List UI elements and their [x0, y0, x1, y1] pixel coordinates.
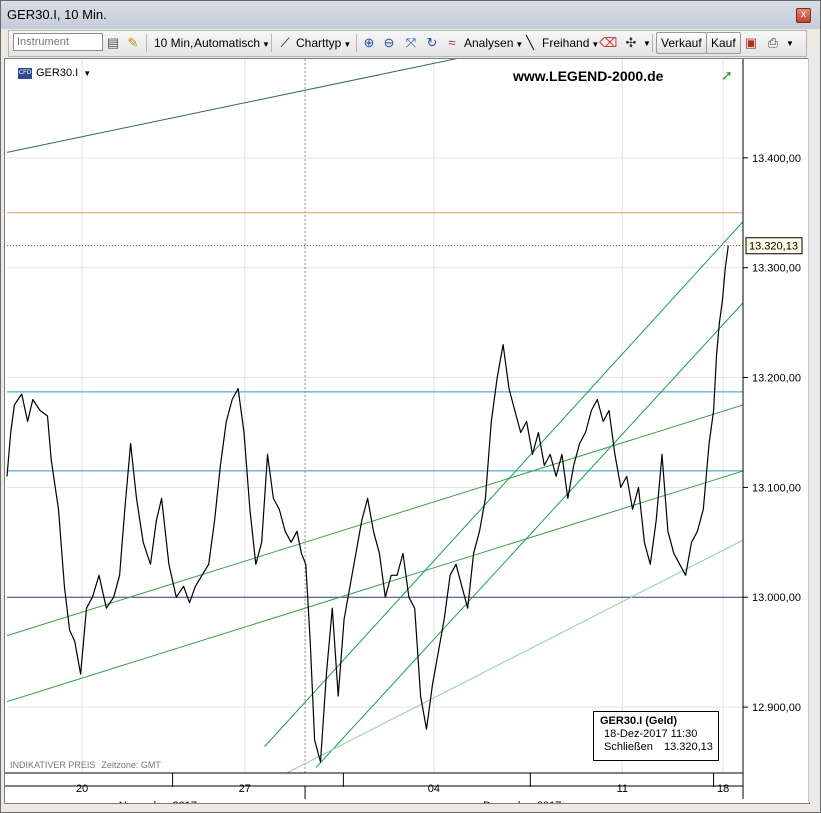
compare-icon[interactable]: ✎ [125, 34, 141, 52]
price-series-line [6, 245, 729, 763]
refresh-icon[interactable]: ↻ [424, 34, 440, 52]
y-tick-label: 12.900,00 [752, 702, 801, 714]
trend-line [7, 470, 743, 703]
instrument-selector[interactable]: CFD GER30.I ▼ [18, 67, 91, 79]
info-close-row: Schließen 13.320,13 [600, 741, 718, 754]
info-title: GER30.I (Geld) [600, 715, 678, 727]
chart-type-select[interactable]: Charttyp ▼ [296, 34, 351, 52]
eraser-icon[interactable]: ⌫ [599, 34, 617, 52]
instrument-name: GER30.I [36, 67, 79, 79]
title-bar: GER30.I, 10 Min. x [1, 1, 820, 29]
freehand-icon[interactable]: ╲ [522, 34, 538, 52]
window-title: GER30.I, 10 Min. [7, 7, 107, 22]
info-datetime: 18-Dez-2017 11:30 [604, 728, 698, 740]
chart-type-icon[interactable]: ⟋ [277, 34, 293, 52]
month-label: Dezember 2017 [483, 800, 561, 803]
chevron-down-icon[interactable]: ▼ [786, 39, 794, 48]
chart-toolbar: ▤ ✎ 10 Min, Automatisch▼ ⟋ Charttyp▼ ⊕ ⊖… [8, 30, 807, 57]
y-tick-label: 13.100,00 [752, 482, 801, 494]
interval-select[interactable]: 10 Min, [154, 34, 193, 52]
crosshair-icon[interactable]: ✣ [623, 34, 639, 52]
axes: 12.900,00 13.000,00 13.100,00 13.200,00 13.3… [5, 59, 801, 803]
horizontal-level-lines [7, 212, 743, 598]
trend-lines [7, 59, 743, 773]
indicative-price-note: INDIKATIVER PREIS [10, 760, 96, 770]
watermark-url: www.LEGEND-2000.de [513, 68, 664, 84]
cfd-icon: CFD [18, 67, 32, 79]
chevron-down-icon: ▼ [343, 40, 352, 49]
toolbar-separator [146, 34, 147, 52]
zoom-fit-icon[interactable]: ⤧ [403, 34, 419, 52]
y-tick-label: 13.000,00 [752, 592, 801, 604]
trend-line [315, 302, 743, 768]
x-tick-label: 18 [717, 783, 729, 795]
instrument-search-input[interactable] [13, 33, 103, 51]
chevron-down-icon: ▼ [262, 40, 270, 49]
toolbar-separator [652, 34, 653, 52]
chevron-down-icon[interactable]: ▼ [643, 39, 651, 48]
info-close-label: Schließen [604, 741, 653, 753]
sell-button[interactable]: Verkauf [656, 32, 707, 54]
toolbar-separator [271, 34, 272, 52]
timezone-note: Zeitzone: GMT [101, 760, 161, 770]
x-tick-label: 11 [617, 783, 628, 795]
search-list-icon[interactable]: ▤ [105, 34, 121, 52]
toolbar-separator [356, 34, 357, 52]
trend-up-icon[interactable]: ➚ [721, 67, 733, 84]
chart-settings-icon[interactable]: ▣ [743, 34, 759, 52]
buy-button[interactable]: Kauf [706, 32, 741, 54]
price-tag-group: 13.320,13 [745, 237, 803, 255]
x-tick-label: 27 [239, 783, 251, 795]
analyses-icon[interactable]: ≈ [444, 34, 460, 52]
y-tick-label: 13.200,00 [752, 373, 801, 385]
freehand-select[interactable]: Freihand ▼ [542, 34, 599, 52]
grid-lines [7, 59, 743, 773]
zoom-in-icon[interactable]: ⊕ [361, 34, 377, 52]
close-button[interactable]: x [796, 8, 811, 23]
zoom-out-icon[interactable]: ⊖ [381, 34, 397, 52]
vertical-scrollbar[interactable] [808, 58, 820, 802]
footer-note: INDIKATIVER PREIS Zeitzone: GMT [10, 760, 161, 770]
scale-select[interactable]: Automatisch ▼ [194, 34, 270, 52]
print-icon[interactable]: ⎙ [765, 34, 781, 52]
chart-window: GER30.I, 10 Min. x ▤ ✎ 10 Min, Automatis… [0, 0, 821, 813]
price-series [6, 245, 729, 763]
info-box: GER30.I (Geld) 18-Dez-2017 11:30 Schließ… [593, 711, 719, 761]
chevron-down-icon: ▼ [83, 69, 92, 78]
price-chart: 12.900,00 13.000,00 13.100,00 13.200,00 13.3… [5, 59, 803, 803]
x-tick-label: 04 [428, 783, 440, 795]
chart-area[interactable]: 12.900,00 13.000,00 13.100,00 13.200,00 13.3… [4, 58, 810, 804]
y-tick-label: 13.400,00 [752, 153, 801, 165]
month-label: November 2017 [119, 800, 197, 803]
info-close-value: 13.320,13 [663, 741, 713, 753]
analyses-select[interactable]: Analysen ▼ [464, 34, 523, 52]
y-tick-label: 13.300,00 [752, 263, 801, 275]
x-tick-label: 20 [76, 783, 88, 795]
trend-line [7, 404, 743, 637]
price-tag: 13.320,13 [749, 241, 798, 253]
